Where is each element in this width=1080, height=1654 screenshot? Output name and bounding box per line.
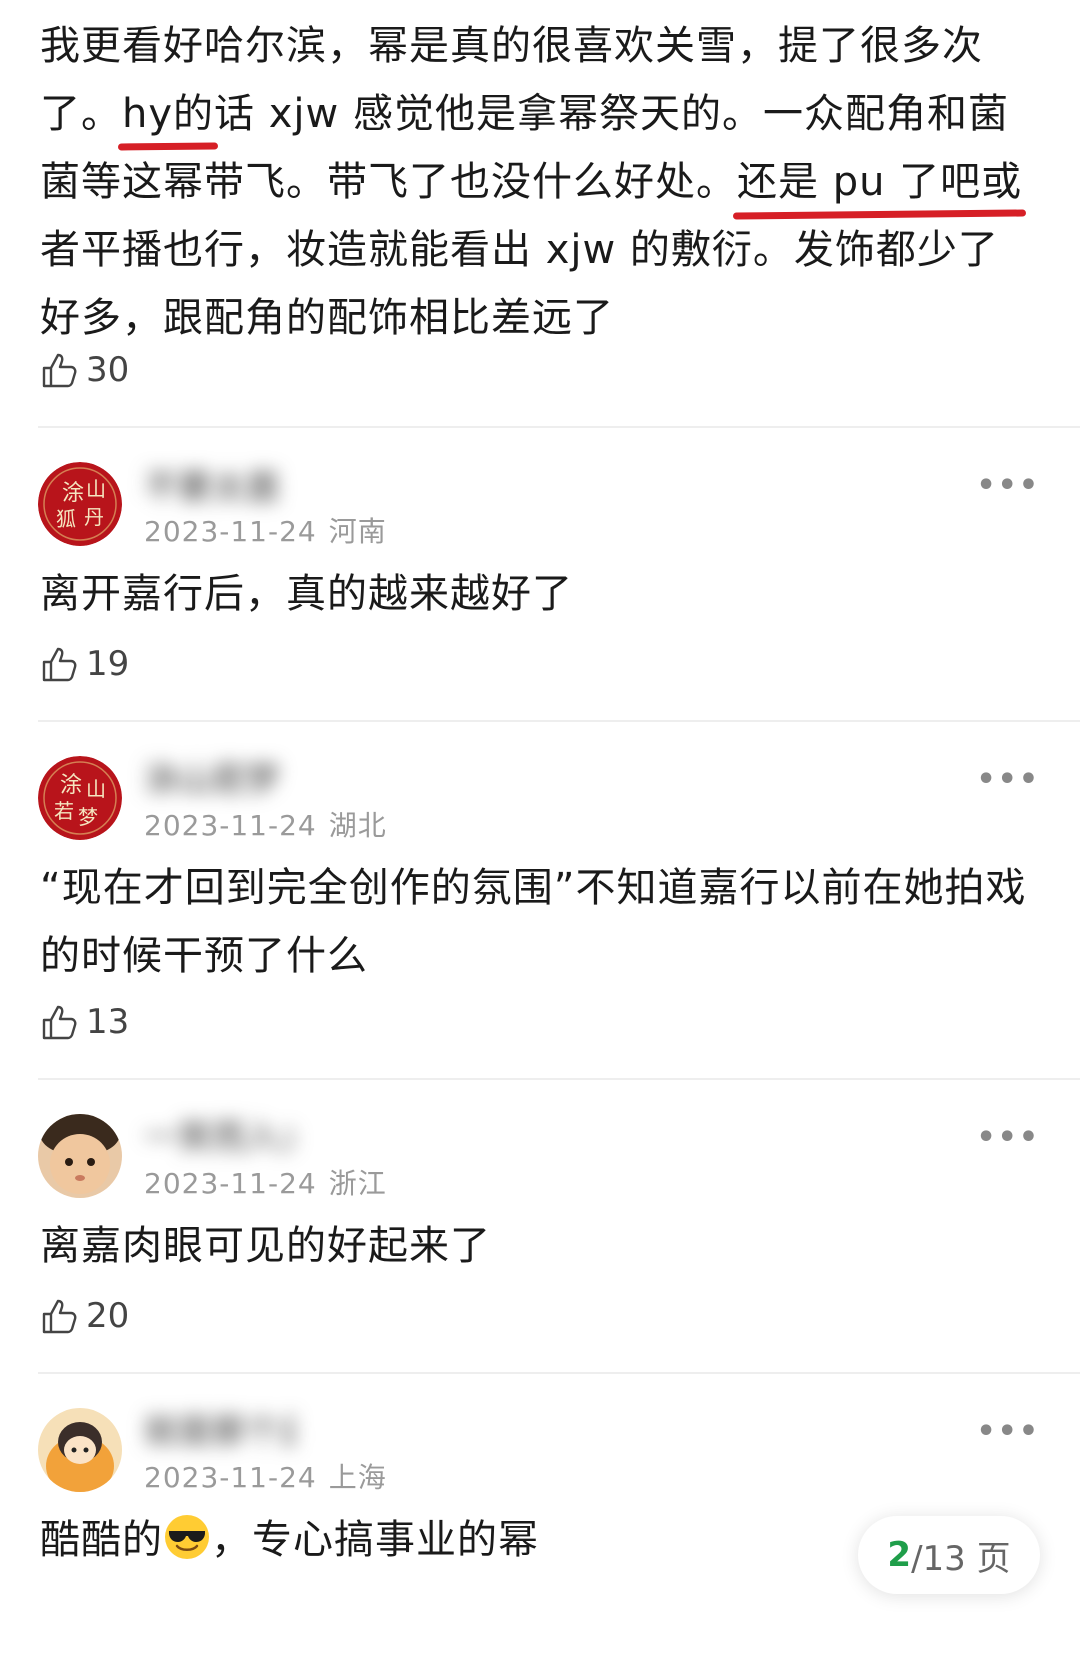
avatar-char: 涂 <box>60 773 82 798</box>
divider <box>38 1372 1080 1374</box>
thumbs-up-icon <box>42 1005 77 1040</box>
comment-date: 2023-11-24 <box>144 1461 317 1494</box>
thumbs-up-icon <box>42 647 77 682</box>
avatar[interactable] <box>38 1114 122 1198</box>
like-count: 30 <box>86 350 130 390</box>
child-face-avatar-icon <box>38 1114 122 1198</box>
text-line: 菌等这幂带飞。带飞了也没什么好处。还是 pu 了吧或 <box>40 148 1050 216</box>
username[interactable]: 就是那个盖子 <box>144 1404 294 1450</box>
avatar-char: 丹 <box>84 505 104 529</box>
avatar-char: 涂 <box>62 481 84 506</box>
avatar-char: 若 <box>54 799 74 823</box>
highlight-underline: hy的 <box>122 80 214 148</box>
page-indicator[interactable]: 2/13 页 <box>858 1516 1040 1594</box>
avatar-char: 狐 <box>56 507 76 531</box>
username[interactable]: 不要太嚣 <box>144 460 294 506</box>
more-options-icon[interactable]: ••• <box>976 1120 1040 1155</box>
comment-meta: 2023-11-24 湖北 <box>144 804 387 844</box>
like-button[interactable]: 13 <box>40 1000 129 1044</box>
avatar-char: 山 <box>86 477 106 501</box>
divider <box>38 426 1080 428</box>
like-button[interactable]: 20 <box>40 1294 129 1338</box>
like-count: 13 <box>86 1002 130 1042</box>
more-options-icon[interactable]: ••• <box>976 1414 1040 1449</box>
seal-avatar-icon: 涂 山 狐 丹 <box>38 462 122 546</box>
cartoon-avatar-icon <box>38 1408 122 1492</box>
comment-meta: 2023-11-24 河南 <box>144 510 387 550</box>
top-comment-text: 我更看好哈尔滨，幂是真的很喜欢关雪，提了很多次 了。hy的话 xjw 感觉他是拿… <box>40 12 1050 352</box>
username[interactable]: 一笑而入大 <box>144 1110 294 1156</box>
seal-avatar-icon: 涂 山 若 梦 <box>38 756 122 840</box>
avatar-char: 山 <box>86 777 106 801</box>
text-line: 了。hy的话 xjw 感觉他是拿幂祭天的。一众配角和菌 <box>40 80 1050 148</box>
comment-date: 2023-11-24 <box>144 515 317 548</box>
comment-location: 河南 <box>328 515 387 548</box>
highlight-underline: 还是 pu 了吧或 <box>737 148 1022 216</box>
comment-text: 离嘉肉眼可见的好起来了 <box>40 1223 491 1269</box>
comment-location: 湖北 <box>328 809 387 842</box>
avatar[interactable]: 涂 山 若 梦 <box>38 756 122 840</box>
avatar-char: 梦 <box>78 805 98 829</box>
text-line: 者平播也行，妆造就能看出 xjw 的敷衍。发饰都少了 <box>40 227 999 273</box>
comment-text: “现在才回到完全创作的氛围”不知道嘉行以前在她拍戏的时候干预了什么 <box>40 865 1027 979</box>
comment-location: 上海 <box>328 1461 387 1494</box>
avatar[interactable] <box>38 1408 122 1492</box>
text-line: 好多，跟配角的配饰相比差远了 <box>40 295 614 341</box>
more-options-icon[interactable]: ••• <box>976 468 1040 503</box>
comment-meta: 2023-11-24 上海 <box>144 1456 387 1496</box>
more-options-icon[interactable]: ••• <box>976 762 1040 797</box>
comment-meta: 2023-11-24 浙江 <box>144 1162 387 1202</box>
avatar[interactable]: 涂 山 狐 丹 <box>38 462 122 546</box>
like-button[interactable]: 19 <box>40 642 129 686</box>
divider <box>38 720 1080 722</box>
comment-date: 2023-11-24 <box>144 1167 317 1200</box>
like-button[interactable]: 30 <box>40 348 129 392</box>
like-count: 20 <box>86 1296 130 1336</box>
comment-date: 2023-11-24 <box>144 809 317 842</box>
like-count: 19 <box>86 644 130 684</box>
username[interactable]: 涂山若梦 <box>144 752 294 798</box>
total-pages: /13 页 <box>911 1538 1011 1579</box>
thumbs-up-icon <box>42 353 77 388</box>
current-page: 2 <box>887 1535 912 1575</box>
comment-location: 浙江 <box>328 1167 387 1200</box>
divider <box>38 1078 1080 1080</box>
sunglasses-emoji-icon <box>165 1515 209 1559</box>
comment-text: 离开嘉行后，真的越来越好了 <box>40 571 573 617</box>
thumbs-up-icon <box>42 1299 77 1334</box>
text-line: 我更看好哈尔滨，幂是真的很喜欢关雪，提了很多次 <box>40 23 983 69</box>
